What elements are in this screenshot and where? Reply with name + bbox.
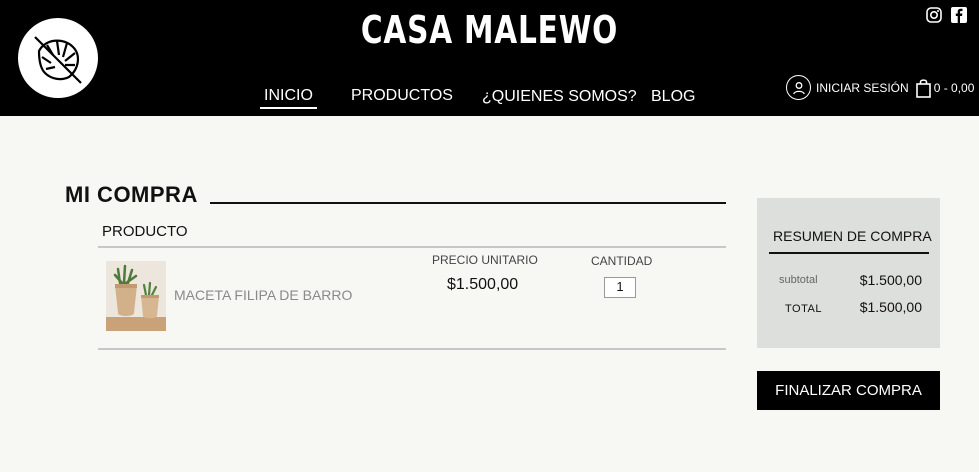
title-divider [210, 202, 726, 204]
user-icon[interactable] [786, 75, 811, 100]
nav-inicio[interactable]: INICIO [260, 87, 317, 109]
cart-button[interactable]: 0 - 0,00 [915, 78, 975, 98]
total-label: TOTAL [785, 303, 822, 315]
cart-total: 0 - 0,00 [933, 80, 975, 95]
nav-productos[interactable]: PRODUCTOS [351, 87, 453, 105]
nav-blog[interactable]: BLOG [651, 88, 695, 106]
facebook-icon[interactable] [950, 6, 967, 23]
checkout-button[interactable]: FINALIZAR COMPRA [757, 371, 940, 410]
table-divider [98, 246, 726, 248]
summary-divider [769, 252, 929, 254]
product-image[interactable] [106, 261, 166, 331]
product-name[interactable]: MACETA FILIPA DE BARRO [174, 287, 352, 303]
table-divider [98, 348, 726, 350]
account-area: INICIAR SESIÓN 0 - 0,00 [786, 75, 974, 100]
instagram-icon[interactable] [925, 6, 942, 23]
logo[interactable] [18, 18, 98, 98]
summary-title: RESUMEN DE COMPRA [773, 228, 932, 244]
order-summary: RESUMEN DE COMPRA subtotal $1.500,00 TOT… [757, 198, 940, 348]
column-header-unit-price: PRECIO UNITARIO [432, 253, 538, 267]
social-links [925, 6, 967, 23]
shopping-bag-icon [915, 78, 931, 98]
subtotal-label: subtotal [779, 274, 818, 286]
page-title: MI COMPRA [65, 182, 198, 207]
quantity-input[interactable]: 1 [604, 277, 636, 298]
nav-quienes-somos[interactable]: ¿QUIENES SOMOS? [482, 88, 637, 106]
subtotal-value: $1.500,00 [859, 272, 922, 288]
brand-name[interactable]: CASA MALEWO [108, 8, 872, 52]
leaf-icon [34, 36, 82, 84]
unit-price: $1.500,00 [447, 276, 519, 293]
total-value: $1.500,00 [859, 299, 922, 315]
login-link[interactable]: INICIAR SESIÓN [816, 81, 909, 95]
column-header-product: PRODUCTO [102, 223, 188, 240]
column-header-quantity: CANTIDAD [591, 254, 653, 268]
site-header: CASA MALEWO INICIO PRODUCTOS ¿QUIENES SO… [0, 0, 979, 116]
